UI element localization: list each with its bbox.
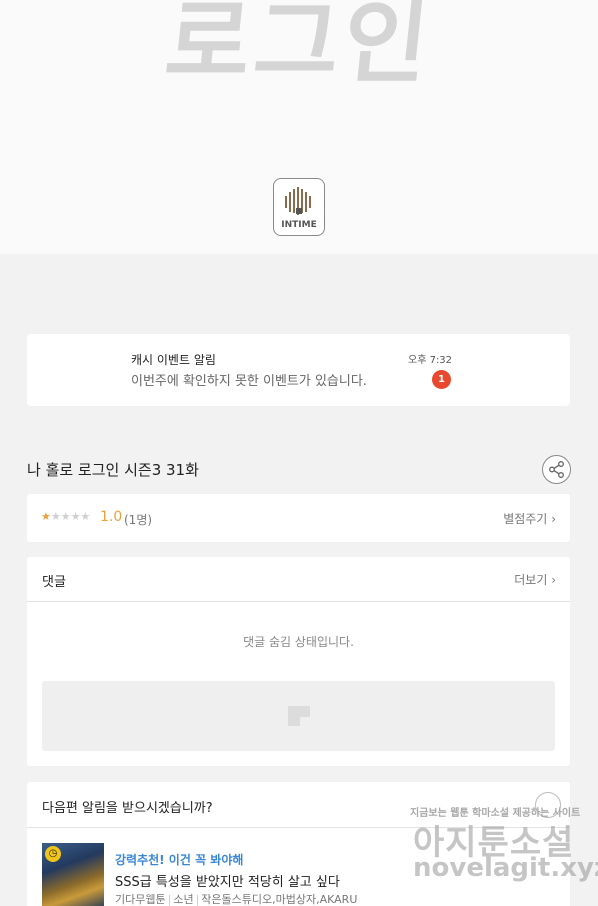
recommendation-title[interactable]: SSS급 특성을 받았지만 적당히 살고 싶다 [115, 871, 340, 890]
notification-body: 이번주에 확인하지 못한 이벤트가 있습니다. [131, 374, 367, 389]
star-icon: ★ [50, 510, 61, 523]
clock-icon: ◷ [45, 846, 61, 862]
comments-section: 댓글 더보기 › 댓글 숨김 상태입니다. [27, 557, 570, 766]
star-icon-filled: ★ [41, 510, 51, 523]
more-label: 더보기 [514, 573, 548, 587]
comments-more-button[interactable]: 더보기 › [514, 571, 556, 588]
share-button[interactable] [542, 455, 571, 484]
rec-meta-category: 기다무웹툰 [115, 893, 166, 906]
recommendation-tag: 강력추천! 이건 꼭 봐야해 [115, 853, 244, 867]
comic-title-art: 로그인 [160, 0, 438, 96]
recommendation-meta: 기다무웹툰 | 소년 | 작은돌스튜디오,마법상자,AKARU [115, 893, 358, 906]
rating-score: 1.0 [100, 509, 123, 525]
alert-question: 다음편 알림을 받으시겠습니까? [42, 801, 213, 816]
notification-count-badge: 1 [432, 370, 451, 389]
star-rating: ★★★★★ [41, 510, 90, 523]
episode-title: 나 홀로 로그인 시즌3 31화 [27, 461, 199, 479]
comments-hidden-message: 댓글 숨김 상태입니다. [243, 635, 354, 649]
notification-card[interactable]: 캐시 이벤트 알림 이번주에 확인하지 못한 이벤트가 있습니다. 오후 7:3… [27, 334, 570, 406]
notification-title: 캐시 이벤트 알림 [131, 353, 216, 367]
chevron-right-icon: › [551, 512, 556, 526]
recommendation-thumbnail[interactable]: ◷ [42, 843, 104, 906]
ad-placeholder[interactable] [42, 681, 555, 751]
star-icon: ★ [70, 510, 81, 523]
rating-bar: ★★★★★ 1.0 (1명) 별점주기 › [27, 494, 570, 542]
rec-meta-genre: 소년 [173, 893, 194, 906]
notification-time: 오후 7:32 [408, 355, 453, 366]
image-placeholder-icon [288, 706, 310, 726]
share-icon [549, 461, 564, 478]
star-icon: ★ [80, 510, 91, 523]
episode-header-image: 로그인 INTIME [0, 0, 598, 254]
rec-meta-authors: 작은돌스튜디오,마법상자,AKARU [201, 893, 358, 906]
watermark-url: novelagit.xyz [413, 853, 598, 883]
publisher-name: INTIME [281, 220, 317, 230]
comments-header: 댓글 더보기 › [27, 557, 570, 602]
chevron-right-icon: › [551, 573, 556, 587]
publisher-logo-icon [285, 187, 311, 215]
comments-title: 댓글 [42, 575, 66, 590]
rate-button[interactable]: 별점주기 › [503, 510, 556, 527]
rate-label: 별점주기 [503, 512, 548, 526]
star-icon: ★ [60, 510, 71, 523]
rating-count: (1명) [124, 513, 153, 527]
publisher-logo: INTIME [273, 178, 325, 236]
